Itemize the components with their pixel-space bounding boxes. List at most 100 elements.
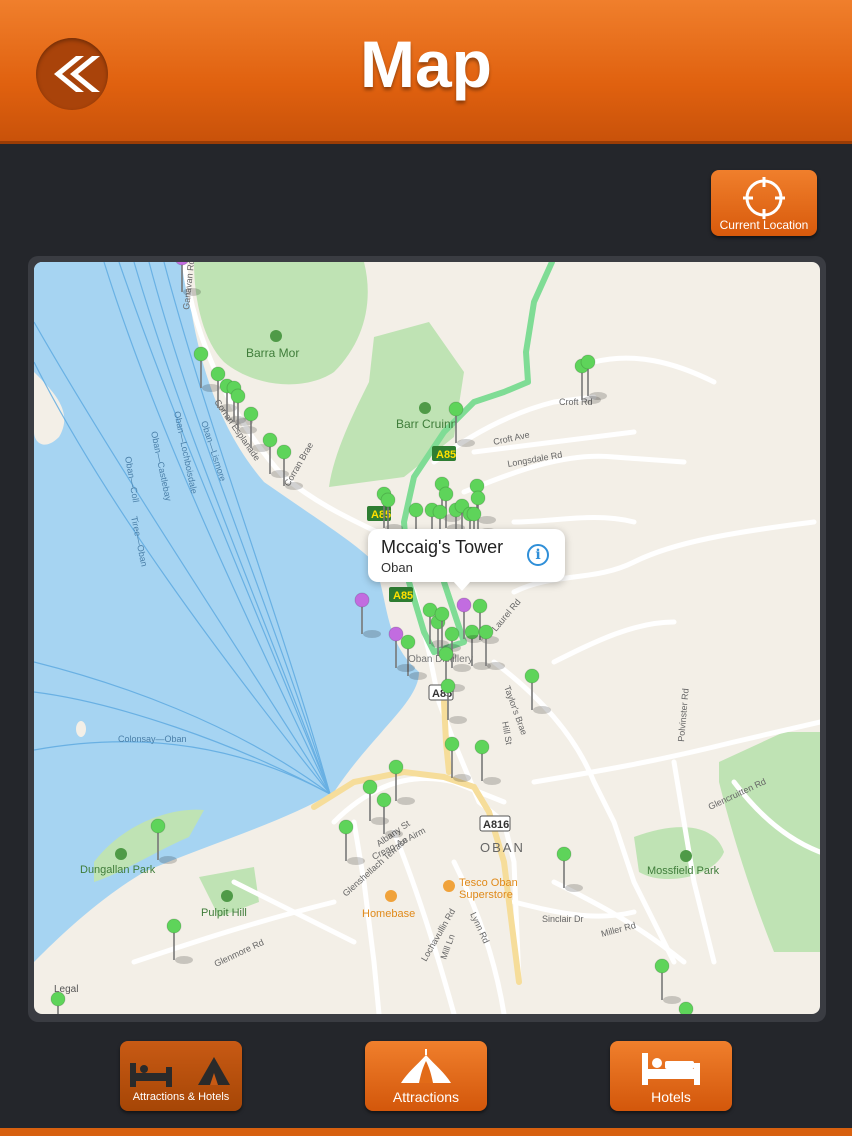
map-pin[interactable] <box>230 388 246 404</box>
map-pin[interactable] <box>678 1001 694 1014</box>
pin-shadow <box>371 817 389 825</box>
place-label-barr-cruinn: Barr Cruinn <box>396 417 457 431</box>
callout-title: Mccaig's Tower <box>381 537 504 557</box>
pin-shadow <box>285 482 303 490</box>
callout-pointer <box>453 581 471 591</box>
bed-icon <box>642 1053 700 1085</box>
pin-shadow <box>363 630 381 638</box>
pin-shadow <box>663 996 681 1004</box>
tab-attractions[interactable]: Attractions <box>365 1041 487 1111</box>
map-pin[interactable] <box>438 486 454 502</box>
map-pin[interactable] <box>388 626 404 642</box>
place-label-homebase: Homebase <box>362 908 415 920</box>
map-pin[interactable] <box>354 592 370 608</box>
map-pin[interactable] <box>474 739 490 755</box>
map-pin[interactable] <box>438 646 454 662</box>
pin-shadow <box>409 672 427 680</box>
map-pin[interactable] <box>380 492 396 508</box>
map-pin[interactable] <box>400 634 416 650</box>
ferry-label-colonsay: Colonsay—Oban <box>118 734 187 744</box>
map-pin[interactable] <box>580 354 596 370</box>
callout-subtitle: Oban <box>381 560 413 575</box>
street-label-miller-rd: Miller Rd <box>600 920 637 939</box>
street-label-glenshellach-terrace: Glenshellach Terrace <box>341 835 410 899</box>
current-location-button[interactable]: Current Location <box>711 170 817 236</box>
pin-shadow <box>397 664 415 672</box>
pin-shadow <box>175 956 193 964</box>
map-pin[interactable] <box>472 598 488 614</box>
crosshair-icon <box>743 177 785 219</box>
map-pin[interactable] <box>434 606 450 622</box>
map-pin[interactable] <box>524 668 540 684</box>
header-bar: Map <box>0 0 852 144</box>
map-pin[interactable] <box>440 678 456 694</box>
map-pin[interactable] <box>210 366 226 382</box>
map-pin[interactable] <box>262 432 278 448</box>
map-pin[interactable] <box>338 819 354 835</box>
pin-shadow <box>449 716 467 724</box>
map-pin[interactable] <box>243 406 259 422</box>
road-shield-a85-1: A85 <box>436 449 456 461</box>
street-label-hill-st: Hill St <box>500 721 514 746</box>
tab-hotels[interactable]: Hotels <box>610 1041 732 1111</box>
map-pin[interactable] <box>448 401 464 417</box>
map-pin[interactable] <box>556 846 572 862</box>
pin-shadow <box>271 470 289 478</box>
map-callout[interactable]: Mccaig's Tower Oban i <box>368 529 565 591</box>
tab-label-hotels: Hotels <box>651 1089 691 1105</box>
pin-shadow <box>487 662 505 670</box>
street-label-polvinster-rd: Polvinster Rd <box>676 688 691 742</box>
map-pin[interactable] <box>466 506 482 522</box>
tab-label-attractions: Attractions <box>392 1089 460 1105</box>
pin-shadow <box>159 856 177 864</box>
pin-shadow <box>183 288 201 296</box>
road-shield-a816: A816 <box>483 819 509 831</box>
map-pin[interactable] <box>50 991 66 1007</box>
map-pin[interactable] <box>444 736 460 752</box>
street-label-glenmore-rd: Glenmore Rd <box>213 937 266 969</box>
map-pin[interactable] <box>408 502 424 518</box>
map-pin[interactable] <box>166 918 182 934</box>
tab-attractions-hotels[interactable]: Attractions & Hotels <box>120 1041 242 1111</box>
map-pin[interactable] <box>456 597 472 613</box>
place-label-pulpit-hill: Pulpit Hill <box>201 907 247 919</box>
tab-label-attractions-hotels: Attractions & Hotels <box>132 1091 230 1103</box>
pin-shadow <box>347 857 365 865</box>
map-pin[interactable] <box>193 346 209 362</box>
bed-and-tent-icon <box>130 1057 230 1087</box>
pin-shadow <box>589 392 607 400</box>
current-location-label: Current Location <box>719 218 809 232</box>
page-title: Map <box>360 27 492 101</box>
map-pin[interactable] <box>654 958 670 974</box>
pin-shadow <box>453 774 471 782</box>
map-view[interactable]: A85 A85 A85 A85 A816 Barra Mor Barr Crui… <box>34 262 820 1014</box>
pin-shadow <box>385 830 403 838</box>
pin-shadow <box>457 439 475 447</box>
place-label-tesco-line1: Tesco Oban <box>459 877 518 889</box>
map-canvas[interactable]: A85 A85 A85 A85 A816 Barra Mor Barr Crui… <box>34 262 820 1014</box>
road-shield-a85-3: A85 <box>393 590 413 602</box>
map-pin[interactable] <box>444 626 460 642</box>
shop-icon <box>385 890 397 902</box>
pin-shadow <box>239 426 257 434</box>
map-pin[interactable] <box>150 818 166 834</box>
map-pin[interactable] <box>276 444 292 460</box>
map-pin[interactable] <box>376 792 392 808</box>
street-label-lynn-rd: Lynn Rd <box>468 911 491 945</box>
map-pin[interactable] <box>432 504 448 520</box>
pin-shadow <box>483 777 501 785</box>
map-pin[interactable] <box>470 490 486 506</box>
pin-shadow <box>397 797 415 805</box>
place-label-barra-mor: Barra Mor <box>246 346 299 360</box>
info-icon[interactable]: i <box>527 544 549 566</box>
cart-icon <box>443 880 455 892</box>
place-label-mossfield-park: Mossfield Park <box>647 865 720 877</box>
pin-shadow <box>465 635 483 643</box>
pin-shadow <box>565 884 583 892</box>
map-pin[interactable] <box>362 779 378 795</box>
street-label-laurel-rd: Laurel Rd <box>490 597 523 633</box>
place-label-tesco-line2: Superstore <box>459 889 513 901</box>
map-pin[interactable] <box>388 759 404 775</box>
circus-tent-icon <box>401 1049 451 1083</box>
street-label-sinclair-dr: Sinclair Dr <box>542 914 584 924</box>
